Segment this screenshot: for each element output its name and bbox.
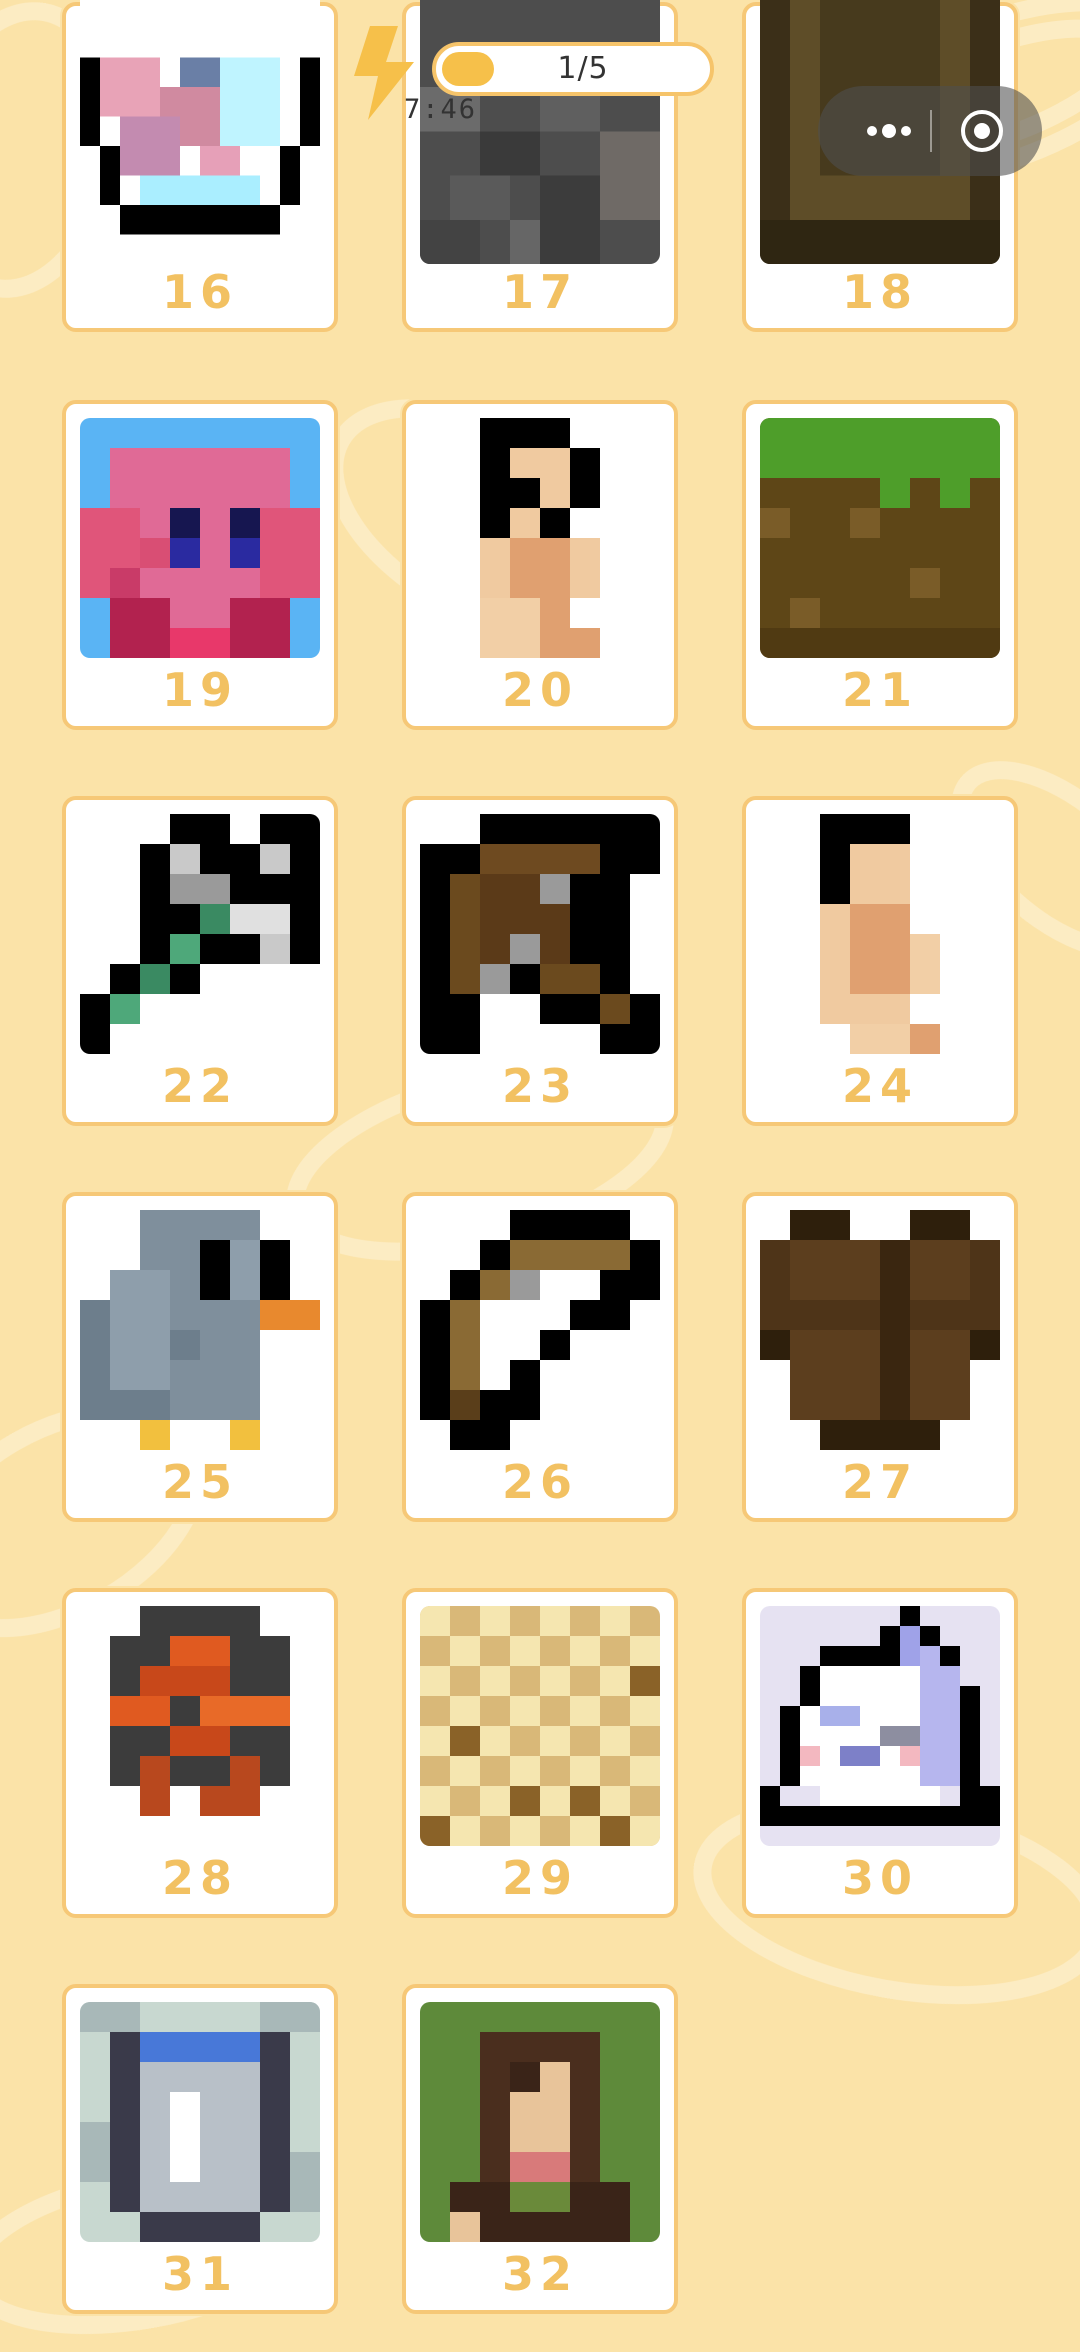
level-number: 21 xyxy=(841,663,918,717)
level-card-20[interactable]: 20 xyxy=(402,400,678,730)
level-20-thumbnail xyxy=(420,418,660,658)
level-number: 26 xyxy=(501,1455,578,1509)
level-21-thumbnail xyxy=(760,418,1000,658)
level-number: 17 xyxy=(501,265,578,319)
level-number: 28 xyxy=(161,1851,238,1905)
energy-bar: 1/5 xyxy=(432,42,714,96)
level-30-thumbnail xyxy=(760,1606,1000,1846)
level-28-thumbnail xyxy=(80,1606,320,1846)
level-card-27[interactable]: 27 xyxy=(742,1192,1018,1522)
level-19-thumbnail xyxy=(80,418,320,658)
mini-program-capsule xyxy=(818,86,1042,176)
level-24-thumbnail xyxy=(760,814,1000,1054)
level-25-thumbnail xyxy=(80,1210,320,1450)
level-card-24[interactable]: 24 xyxy=(742,796,1018,1126)
level-card-21[interactable]: 21 xyxy=(742,400,1018,730)
level-27-thumbnail xyxy=(760,1210,1000,1450)
level-number: 16 xyxy=(161,265,238,319)
level-card-25[interactable]: 25 xyxy=(62,1192,338,1522)
level-card-28[interactable]: 28 xyxy=(62,1588,338,1918)
more-options-icon[interactable] xyxy=(844,86,934,176)
level-grid: 16 17 18 19 20 21 22 23 24 25 26 27 28 2… xyxy=(0,0,1080,2352)
header-bar: 1/5 7:46 xyxy=(0,0,1080,176)
level-22-thumbnail xyxy=(80,814,320,1054)
level-card-19[interactable]: 19 xyxy=(62,400,338,730)
capsule-divider xyxy=(930,110,932,152)
level-number: 24 xyxy=(841,1059,918,1113)
level-32-thumbnail xyxy=(420,2002,660,2242)
level-number: 32 xyxy=(501,2247,578,2301)
level-number: 18 xyxy=(841,265,918,319)
level-card-31[interactable]: 31 xyxy=(62,1984,338,2314)
level-card-26[interactable]: 26 xyxy=(402,1192,678,1522)
energy-count: 1/5 xyxy=(557,51,609,86)
level-number: 29 xyxy=(501,1851,578,1905)
level-23-thumbnail xyxy=(420,814,660,1054)
level-26-thumbnail xyxy=(420,1210,660,1450)
level-number: 31 xyxy=(161,2247,238,2301)
level-card-23[interactable]: 23 xyxy=(402,796,678,1126)
level-number: 30 xyxy=(841,1851,918,1905)
level-card-29[interactable]: 29 xyxy=(402,1588,678,1918)
close-target-icon[interactable] xyxy=(960,109,1004,153)
energy-timer: 7:46 xyxy=(404,94,478,125)
level-29-thumbnail xyxy=(420,1606,660,1846)
level-number: 19 xyxy=(161,663,238,717)
level-number: 25 xyxy=(161,1455,238,1509)
level-number: 22 xyxy=(161,1059,238,1113)
level-card-30[interactable]: 30 xyxy=(742,1588,1018,1918)
level-number: 23 xyxy=(501,1059,578,1113)
level-card-32[interactable]: 32 xyxy=(402,1984,678,2314)
level-number: 27 xyxy=(841,1455,918,1509)
level-card-22[interactable]: 22 xyxy=(62,796,338,1126)
level-number: 20 xyxy=(501,663,578,717)
level-31-thumbnail xyxy=(80,2002,320,2242)
